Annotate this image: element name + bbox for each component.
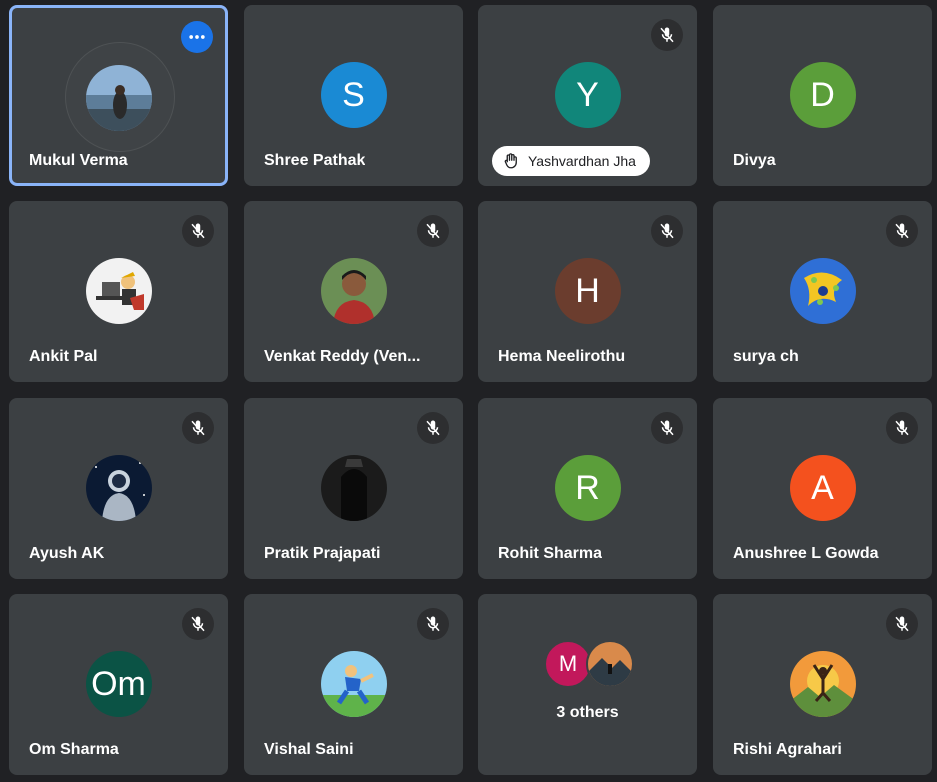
mic-off-icon	[426, 223, 440, 239]
participant-name: Divya	[733, 152, 776, 169]
mic-off-icon	[426, 616, 440, 632]
participant-tile-venkat-reddy[interactable]: Venkat Reddy (Ven...	[244, 201, 463, 382]
participant-tile-shree-pathak[interactable]: S Shree Pathak	[244, 5, 463, 186]
avatar	[85, 65, 152, 131]
raised-hand-badge: Yashvardhan Jha	[492, 146, 650, 176]
participant-name: Anushree L Gowda	[733, 545, 879, 562]
participant-name: Om Sharma	[29, 741, 119, 758]
avatar	[85, 455, 152, 521]
mic-off-icon	[660, 27, 674, 43]
mic-off-indicator	[182, 608, 214, 640]
participant-name: Shree Pathak	[264, 152, 366, 169]
avatar	[320, 651, 387, 717]
mic-off-icon	[191, 420, 205, 436]
more-options-icon	[189, 35, 205, 39]
avatar: Om	[85, 651, 152, 717]
mic-off-indicator	[651, 412, 683, 444]
participant-name: Ayush AK	[29, 545, 105, 562]
participant-tile-pratik-prajapati[interactable]: Pratik Prajapati	[244, 398, 463, 579]
mic-off-icon	[895, 616, 909, 632]
mic-off-indicator	[886, 412, 918, 444]
avatar: Y	[554, 62, 621, 128]
participant-tile-hema-neelirothu[interactable]: H Hema Neelirothu	[478, 201, 697, 382]
avatar	[320, 258, 387, 324]
participant-tile-ayush-ak[interactable]: Ayush AK	[9, 398, 228, 579]
participant-tile-surya-ch[interactable]: surya ch	[713, 201, 932, 382]
avatar: M	[544, 640, 592, 688]
avatar	[789, 651, 856, 717]
others-tile[interactable]: M 3 others	[478, 594, 697, 775]
mic-off-icon	[426, 420, 440, 436]
participant-tile-rohit-sharma[interactable]: R Rohit Sharma	[478, 398, 697, 579]
avatar: S	[320, 62, 387, 128]
participant-name: Hema Neelirothu	[498, 348, 626, 365]
mic-off-icon	[895, 223, 909, 239]
mic-off-indicator	[651, 215, 683, 247]
avatar	[320, 455, 387, 521]
mic-off-icon	[191, 223, 205, 239]
mic-off-indicator	[651, 19, 683, 51]
mic-off-indicator	[417, 412, 449, 444]
mic-off-indicator	[182, 215, 214, 247]
participant-name: Rishi Agrahari	[733, 741, 842, 758]
participant-name: Vishal Saini	[264, 741, 354, 758]
mic-off-indicator	[886, 608, 918, 640]
participant-name: Pratik Prajapati	[264, 545, 381, 562]
mic-off-indicator	[886, 215, 918, 247]
mic-off-icon	[191, 616, 205, 632]
participant-tile-ankit-pal[interactable]: Ankit Pal	[9, 201, 228, 382]
raise-hand-icon	[504, 153, 517, 169]
participant-tile-mukul-verma[interactable]: Mukul Verma	[9, 5, 228, 186]
mic-off-indicator	[417, 608, 449, 640]
avatar: A	[789, 455, 856, 521]
avatar	[85, 258, 152, 324]
participant-name: Yashvardhan Jha	[528, 153, 636, 169]
participant-tile-yashvardhan-jha[interactable]: Y Yashvardhan Jha	[478, 5, 697, 186]
avatar: D	[789, 62, 856, 128]
more-options-button[interactable]	[181, 21, 213, 53]
participant-tile-divya[interactable]: D Divya	[713, 5, 932, 186]
participant-grid: Mukul Verma S Shree Pathak Y Yashvardhan…	[0, 0, 937, 782]
participant-name: Mukul Verma	[29, 152, 128, 169]
mic-off-indicator	[182, 412, 214, 444]
mic-off-icon	[660, 420, 674, 436]
avatar	[586, 640, 634, 688]
mic-off-indicator	[417, 215, 449, 247]
avatar: H	[554, 258, 621, 324]
participant-name: surya ch	[733, 348, 799, 365]
participant-name: Rohit Sharma	[498, 545, 603, 562]
avatar: R	[554, 455, 621, 521]
others-avatars: M	[478, 640, 697, 688]
participant-tile-anushree-l-gowda[interactable]: A Anushree L Gowda	[713, 398, 932, 579]
others-count: 3 others	[556, 704, 619, 721]
participant-tile-rishi-agrahari[interactable]: Rishi Agrahari	[713, 594, 932, 775]
mic-off-icon	[895, 420, 909, 436]
mic-off-icon	[660, 223, 674, 239]
participant-name: Venkat Reddy (Ven...	[264, 348, 421, 365]
participant-name: Ankit Pal	[29, 348, 98, 365]
participant-tile-vishal-saini[interactable]: Vishal Saini	[244, 594, 463, 775]
participant-tile-om-sharma[interactable]: Om Om Sharma	[9, 594, 228, 775]
avatar	[789, 258, 856, 324]
